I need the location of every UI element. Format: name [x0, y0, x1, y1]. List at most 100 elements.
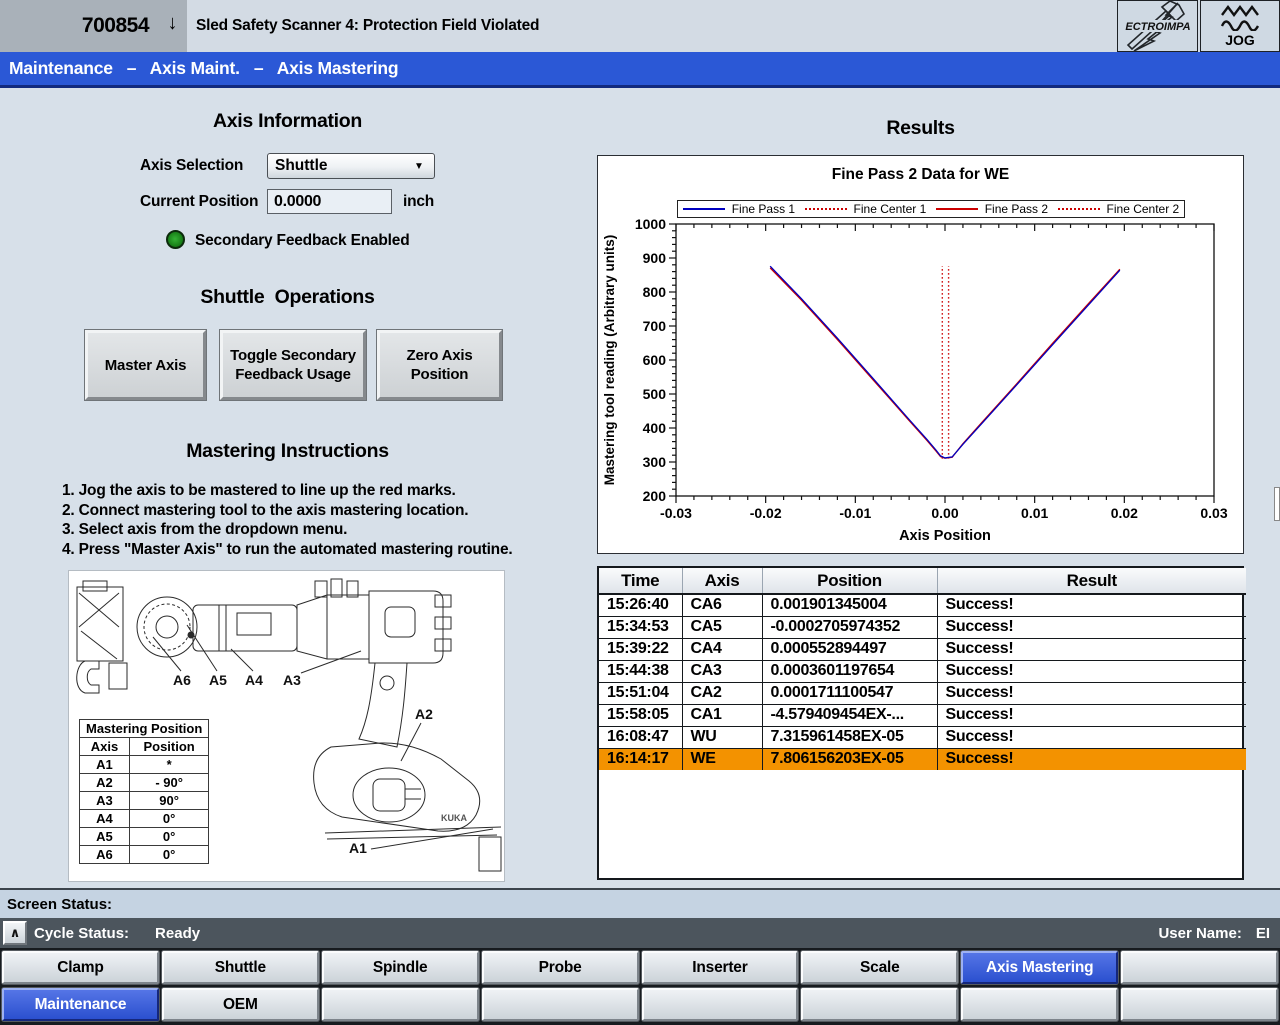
table-row: A390° [80, 792, 209, 810]
cell-axis: CA1 [682, 704, 762, 726]
cell-result: Success! [937, 594, 1246, 616]
cell-time: 15:34:53 [599, 616, 682, 638]
softkey-axis-mastering[interactable]: Axis Mastering [961, 951, 1118, 984]
results-title: Results [597, 117, 1244, 140]
svg-text:0.01: 0.01 [1021, 505, 1048, 521]
legend-entry: Fine Center 2 [1058, 202, 1180, 216]
cycle-status-bar: ∧ Cycle Status: Ready User Name: EI [0, 918, 1280, 948]
chart-legend: Fine Pass 1 Fine Center 1 Fine Pass 2 Fi… [677, 200, 1185, 218]
softkey-grid: Clamp Shuttle Spindle Probe Inserter Sca… [0, 948, 1280, 1025]
axis-label-a5: A5 [209, 672, 227, 688]
table-row[interactable]: 16:08:47WU7.315961458EX-05Success! [599, 726, 1246, 748]
cell-result: Success! [937, 704, 1246, 726]
softkey-clamp[interactable]: Clamp [2, 951, 159, 984]
alarm-number-block: 700854 ↓ [0, 0, 187, 52]
cell-position: 0.001901345004 [762, 594, 937, 616]
top-alarm-bar: 700854 ↓ Sled Safety Scanner 4: Protecti… [0, 0, 1280, 52]
axis-label-a2: A2 [415, 706, 433, 722]
table-row[interactable]: 15:39:22CA40.000552894497Success! [599, 638, 1246, 660]
softkey-inserter[interactable]: Inserter [642, 951, 799, 984]
results-header-row: Time Axis Position Result [599, 568, 1246, 594]
collapse-button[interactable]: ∧ [3, 921, 27, 945]
legend-entry: Fine Center 1 [805, 202, 927, 216]
softkey-empty[interactable] [1121, 951, 1278, 984]
chart-title: Fine Pass 2 Data for WE [598, 166, 1243, 184]
svg-text:800: 800 [643, 284, 667, 300]
cell-axis: CA2 [682, 682, 762, 704]
col-axis: Axis [682, 568, 762, 594]
instruction-step: 4. Press "Master Axis" to run the automa… [62, 540, 512, 560]
softkey-empty[interactable] [961, 988, 1118, 1021]
legend-label: Fine Pass 2 [985, 202, 1048, 216]
softkey-maintenance[interactable]: Maintenance [2, 988, 159, 1021]
cell-axis: CA6 [682, 594, 762, 616]
svg-text:700: 700 [643, 318, 667, 334]
results-table: Time Axis Position Result 15:26:40CA60.0… [599, 568, 1246, 878]
softkey-empty[interactable] [642, 988, 799, 1021]
softkey-oem[interactable]: OEM [162, 988, 319, 1021]
zero-axis-position-button[interactable]: Zero Axis Position [377, 330, 502, 400]
axis-selection-dropdown[interactable]: Shuttle ▼ [267, 153, 435, 179]
cycle-status-label: Cycle Status: [34, 925, 129, 942]
legend-label: Fine Center 2 [1107, 202, 1180, 216]
cell-axis: WU [682, 726, 762, 748]
table-row: A2- 90° [80, 774, 209, 792]
cell-position: -4.579409454EX-... [762, 704, 937, 726]
legend-entry: Fine Pass 1 [683, 202, 795, 216]
jog-mode-box: JOG [1200, 0, 1280, 52]
chevron-down-icon: ▼ [414, 161, 434, 172]
robot-diagram: A6 A5 A4 A3 A2 A1 KUKA Mastering Positio… [68, 570, 505, 882]
breadcrumb-bar: Maintenance – Axis Maint. – Axis Masteri… [0, 52, 1280, 88]
cell-result: Success! [937, 660, 1246, 682]
svg-text:200: 200 [643, 488, 667, 504]
mastering-instructions-title: Mastering Instructions [60, 440, 515, 463]
softkey-scale[interactable]: Scale [801, 951, 958, 984]
table-row[interactable]: 15:26:40CA60.001901345004Success! [599, 594, 1246, 616]
table-row[interactable]: 15:34:53CA5-0.0002705974352Success! [599, 616, 1246, 638]
svg-text:0.00: 0.00 [931, 505, 958, 521]
cell-result: Success! [937, 682, 1246, 704]
table-row[interactable]: 15:58:05CA1-4.579409454EX-...Success! [599, 704, 1246, 726]
table-filler [599, 770, 1246, 878]
cell-axis: CA4 [682, 638, 762, 660]
mastering-table-title: Mastering Position [80, 720, 209, 738]
axis-selection-label: Axis Selection [140, 157, 243, 175]
scrollbar-fragment[interactable] [1274, 487, 1280, 521]
softkey-empty[interactable] [482, 988, 639, 1021]
softkey-shuttle[interactable]: Shuttle [162, 951, 319, 984]
chart-plot: 2003004005006007008009001000-0.03-0.02-0… [598, 218, 1243, 554]
cell-axis: CA5 [682, 616, 762, 638]
instruction-step: 3. Select axis from the dropdown menu. [62, 520, 512, 540]
cell-result: Success! [937, 638, 1246, 660]
table-row: A60° [80, 846, 209, 864]
svg-text:900: 900 [643, 250, 667, 266]
position-unit-label: inch [403, 193, 434, 211]
col-time: Time [599, 568, 682, 594]
table-row[interactable]: 15:44:38CA30.0003601197654Success! [599, 660, 1246, 682]
cell-time: 15:44:38 [599, 660, 682, 682]
cell-position: 7.806156203EX-05 [762, 748, 937, 770]
softkey-spindle[interactable]: Spindle [322, 951, 479, 984]
svg-text:500: 500 [643, 386, 667, 402]
shuttle-operations-title: Shuttle Operations [100, 286, 475, 309]
svg-text:-0.03: -0.03 [660, 505, 692, 521]
current-position-field[interactable] [267, 189, 392, 214]
svg-text:-0.02: -0.02 [750, 505, 782, 521]
cell-time: 15:51:04 [599, 682, 682, 704]
cell-result: Success! [937, 726, 1246, 748]
legend-line-sample [1058, 208, 1100, 210]
table-row[interactable]: 15:51:04CA20.0001711100547Success! [599, 682, 1246, 704]
toggle-secondary-feedback-button[interactable]: Toggle Secondary Feedback Usage [220, 330, 366, 400]
master-axis-button[interactable]: Master Axis [85, 330, 206, 400]
softkey-empty[interactable] [801, 988, 958, 1021]
svg-text:300: 300 [643, 454, 667, 470]
softkey-probe[interactable]: Probe [482, 951, 639, 984]
softkey-empty[interactable] [322, 988, 479, 1021]
user-name-label: User Name: [1158, 925, 1241, 942]
softkey-empty[interactable] [1121, 988, 1278, 1021]
axis-information-title: Axis Information [100, 110, 475, 133]
table-row-highlighted[interactable]: 16:14:17WE7.806156203EX-05Success! [599, 748, 1246, 770]
robot-brand: KUKA [441, 813, 467, 823]
user-name-value: EI [1256, 925, 1270, 942]
svg-text:Mastering tool reading (Arbitr: Mastering tool reading (Arbitrary units) [602, 235, 617, 486]
